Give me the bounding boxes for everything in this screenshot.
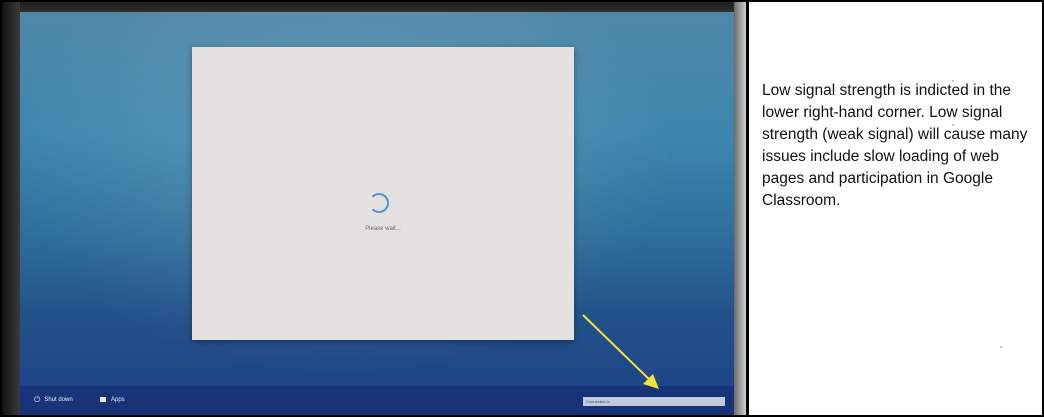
column-divider: [746, 0, 749, 417]
yellow-speck: [952, 80, 954, 82]
yellow-speck: [1000, 346, 1002, 348]
arrow-icon: [582, 314, 659, 389]
chromebook-photo: Please wait... ⏻ Shut down Apps Connecte…: [2, 2, 746, 415]
yellow-speck: [952, 124, 954, 126]
caption-text: Low signal strength is indicted in the l…: [762, 82, 1028, 209]
